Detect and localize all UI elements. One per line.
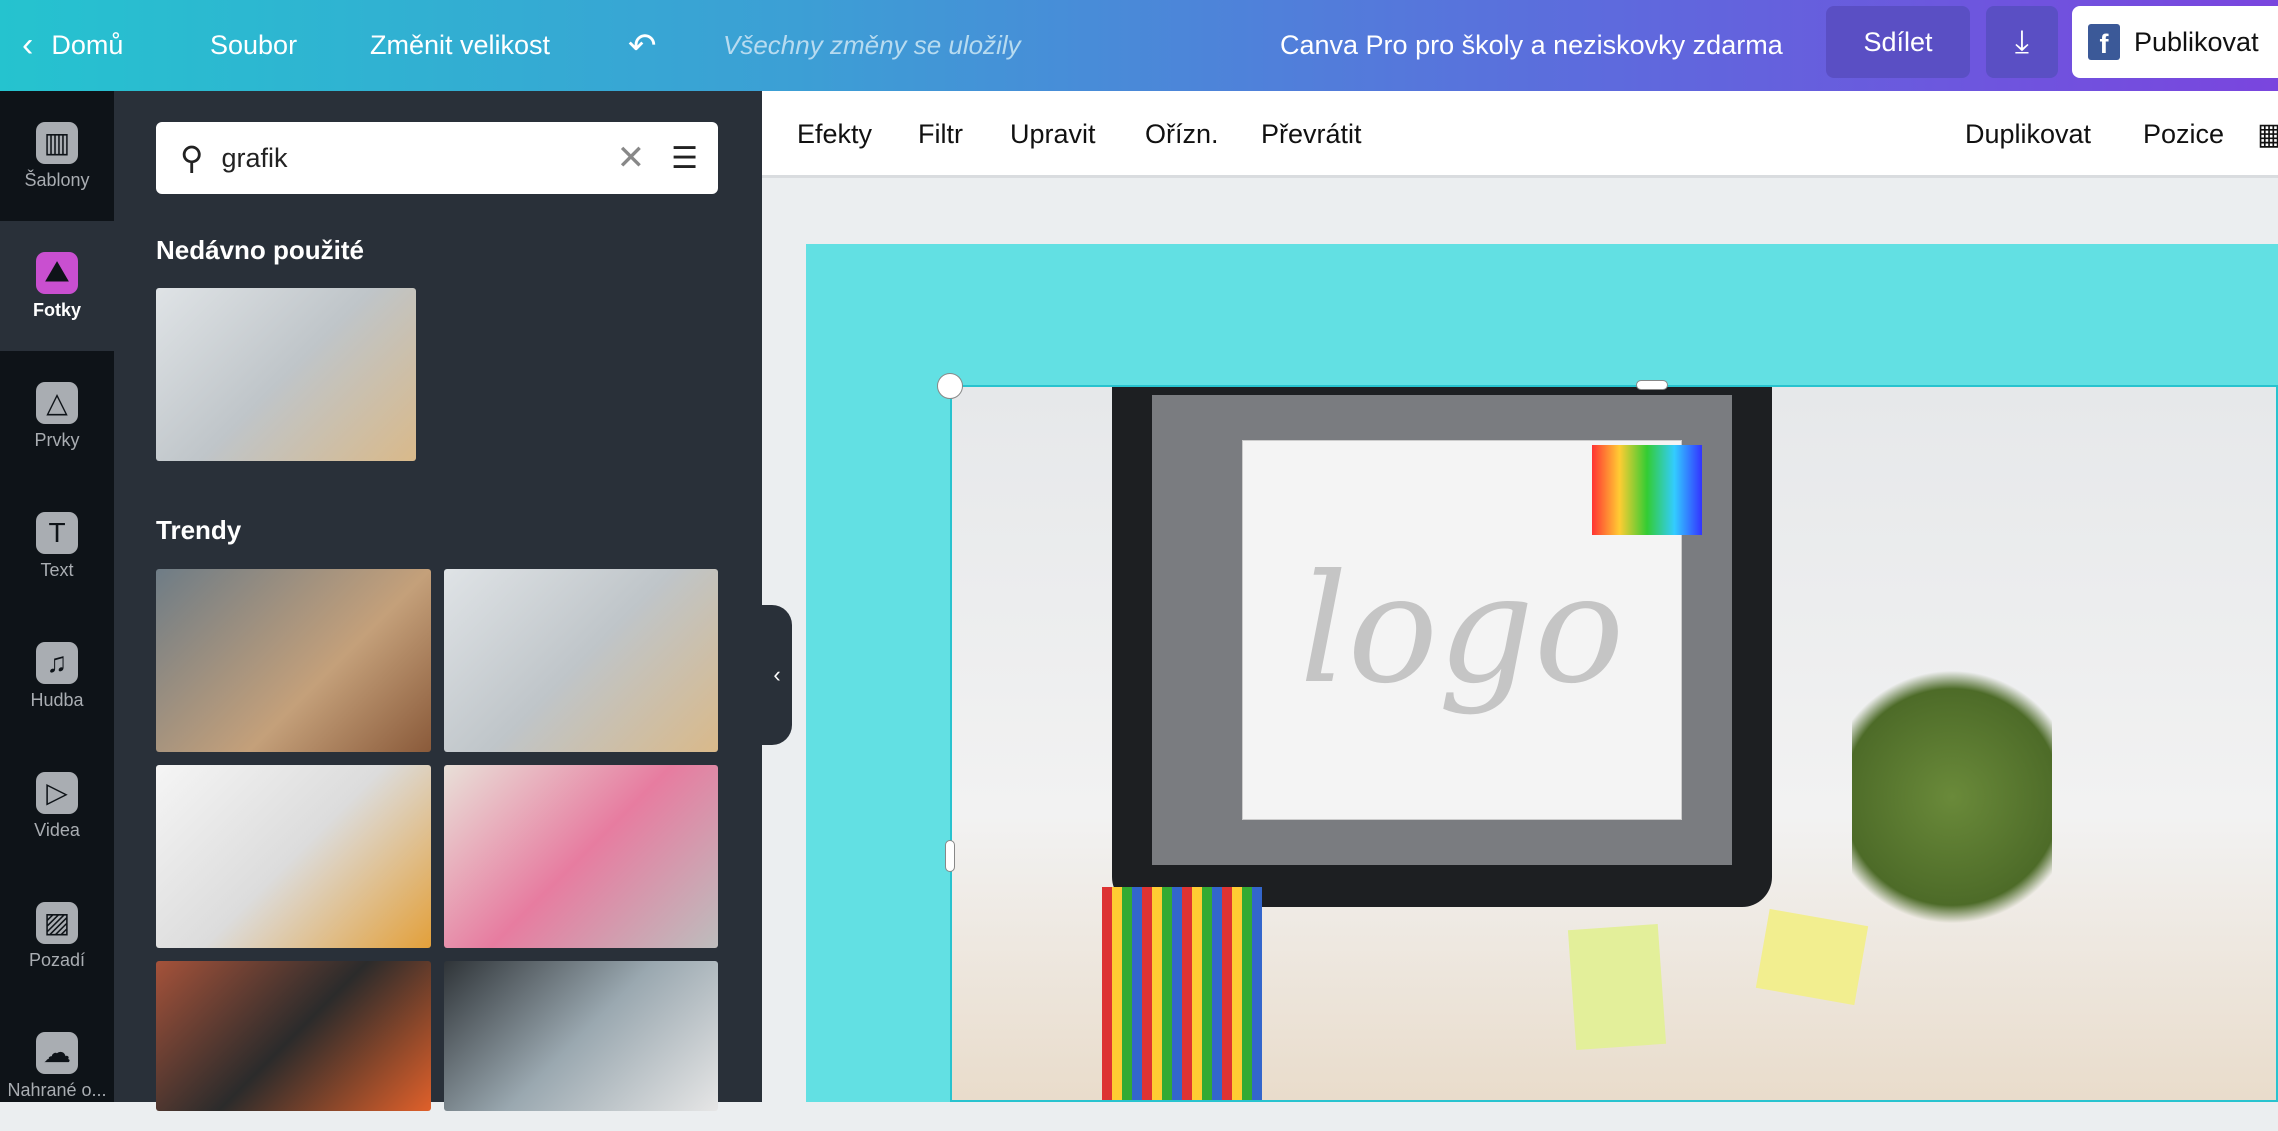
- rail-label: Fotky: [32, 299, 81, 320]
- photos-icon: ⛰: [36, 251, 78, 294]
- rail-label: Pozadí: [28, 949, 86, 970]
- rail-label: Nahrané o...: [7, 1079, 107, 1100]
- download-icon[interactable]: ⤓: [1986, 6, 2058, 78]
- top-bar: ‹ Domů Soubor Změnit velikost ↶ Všechny z…: [0, 0, 2278, 91]
- rail-label: Videa: [34, 819, 80, 840]
- trending-photo[interactable]: [156, 765, 431, 948]
- rail-item-background[interactable]: ▨ Pozadí: [0, 871, 114, 1001]
- position-button[interactable]: Pozice: [2143, 91, 2224, 178]
- rail-label: Text: [40, 559, 74, 580]
- recent-title: Nedávno použité: [156, 235, 365, 265]
- color-palette-image: [1592, 445, 1702, 535]
- rail-item-music[interactable]: ♫ Hudba: [0, 611, 114, 741]
- upload-icon: ☁: [36, 1031, 78, 1074]
- trending-title: Trendy: [156, 515, 242, 545]
- facebook-icon: f: [2088, 24, 2120, 60]
- share-button[interactable]: Sdílet: [1826, 6, 1970, 78]
- crop-button[interactable]: Ořízn.: [1145, 91, 1219, 178]
- file-menu[interactable]: Soubor: [210, 0, 297, 91]
- trending-photo[interactable]: [444, 961, 718, 1111]
- trending-photo[interactable]: [156, 569, 431, 752]
- chevron-left-icon: ‹: [773, 662, 781, 687]
- rail-label: Prvky: [34, 429, 80, 450]
- pencils-image: [1102, 887, 1262, 1100]
- sticky-note: [1567, 924, 1667, 1050]
- rotate-handle[interactable]: [937, 373, 963, 399]
- search-icon: ⚲: [180, 140, 204, 176]
- trending-photo[interactable]: [444, 765, 718, 948]
- rail-item-templates[interactable]: ▥ Šablony: [0, 91, 114, 221]
- trending-photo[interactable]: [156, 961, 431, 1111]
- templates-icon: ▥: [36, 121, 78, 164]
- home-label: Domů: [51, 30, 124, 60]
- filter-button[interactable]: Filtr: [918, 91, 963, 178]
- selected-photo[interactable]: logo: [950, 385, 2278, 1102]
- undo-icon[interactable]: ↶: [628, 0, 657, 91]
- rail-label: Hudba: [30, 689, 84, 710]
- video-icon: ▷: [36, 771, 78, 814]
- rail-item-uploads[interactable]: ☁ Nahrané o...: [0, 1001, 114, 1131]
- plant-image: [1852, 647, 2052, 947]
- resize-handle-top[interactable]: [1636, 380, 1668, 390]
- clear-icon[interactable]: ✕: [617, 138, 646, 178]
- rail-item-text[interactable]: T Text: [0, 481, 114, 611]
- collapse-panel-button[interactable]: ‹: [762, 605, 792, 745]
- search-input[interactable]: grafik: [221, 143, 616, 174]
- rail-item-videos[interactable]: ▷ Videa: [0, 741, 114, 871]
- chevron-left-icon: ‹: [22, 26, 34, 64]
- publish-label: Publikovat: [2134, 26, 2259, 57]
- recent-photo[interactable]: [156, 288, 416, 461]
- edit-toolbar: Efekty Filtr Upravit Ořízn. Převrátit Du…: [762, 91, 2278, 178]
- sticky-note: [1755, 908, 1869, 1006]
- save-status: Všechny změny se uložily: [723, 30, 1021, 60]
- photos-panel: ⚲ grafik ✕ ☰ Nedávno použité Trendy: [114, 91, 762, 1111]
- flip-button[interactable]: Převrátit: [1261, 91, 1362, 178]
- resize-button[interactable]: Změnit velikost: [370, 0, 550, 91]
- home-button[interactable]: ‹ Domů: [22, 0, 123, 91]
- adjust-button[interactable]: Upravit: [1010, 91, 1096, 178]
- background-icon: ▨: [36, 901, 78, 944]
- trending-photo[interactable]: [444, 569, 718, 752]
- side-rail: ▥ Šablony ⛰ Fotky △ Prvky T Text ♫ Hudba ▷ Vid…: [0, 91, 114, 1102]
- promo-link[interactable]: Canva Pro pro školy a neziskovky zdarma: [1280, 0, 1783, 91]
- transparency-icon[interactable]: ▦: [2257, 91, 2278, 178]
- text-icon: T: [36, 511, 78, 554]
- resize-handle-left[interactable]: [945, 840, 955, 872]
- rail-label: Šablony: [24, 169, 90, 190]
- effects-button[interactable]: Efekty: [797, 91, 872, 178]
- rail-item-elements[interactable]: △ Prvky: [0, 351, 114, 481]
- music-icon: ♫: [36, 641, 78, 684]
- search-box[interactable]: ⚲ grafik ✕ ☰: [156, 122, 718, 194]
- rail-item-photos[interactable]: ⛰ Fotky: [0, 221, 114, 351]
- monitor-image: logo: [1112, 387, 1772, 907]
- filter-icon[interactable]: ☰: [671, 141, 698, 176]
- screen-image: logo: [1152, 395, 1732, 865]
- publish-button[interactable]: f Publikovat: [2072, 6, 2278, 78]
- elements-icon: △: [36, 381, 78, 424]
- duplicate-button[interactable]: Duplikovat: [1965, 91, 2091, 178]
